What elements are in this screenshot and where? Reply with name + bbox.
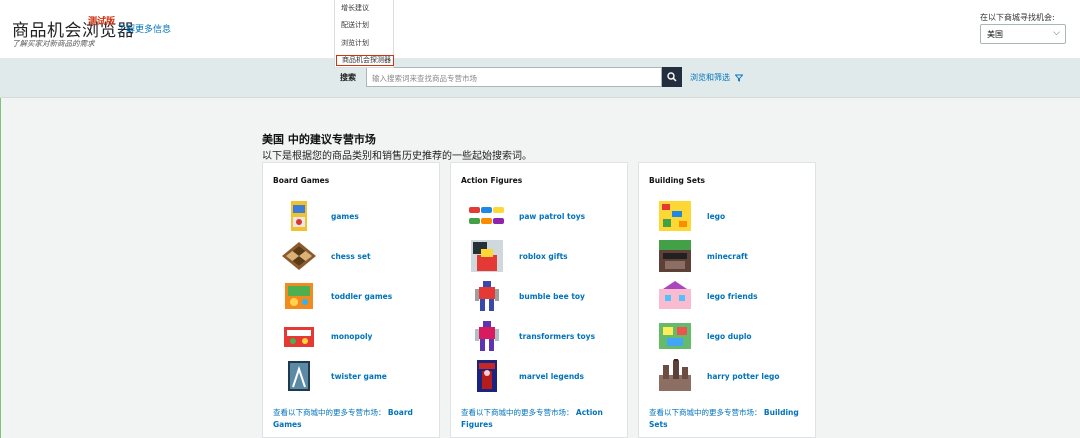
menu-item-opportunity-explorer[interactable]: 商品机会探测器 <box>336 55 394 66</box>
keyword-link[interactable]: twister game <box>331 372 387 381</box>
browse-filter-link[interactable]: 浏览和筛选 <box>690 72 744 83</box>
niche-card-action-figures: Action Figures paw patrol toys roblox gi… <box>450 162 628 438</box>
keyword-link[interactable]: bumble bee toy <box>519 292 585 301</box>
keyword-row[interactable]: lego friends <box>639 279 815 315</box>
niche-card-building-sets: Building Sets lego minecraft lego friend… <box>638 162 816 438</box>
keyword-link[interactable]: minecraft <box>707 252 748 261</box>
card-title: Board Games <box>273 176 330 185</box>
top-header: 商品机会浏览器 测试版 了解更多信息 了解买家对新商品的需求 在以下商城寻找机会… <box>0 0 1080 58</box>
paw-patrol-toys-thumbnail <box>469 207 504 224</box>
footer-prefix: 查看以下商城中的更多专营市场： <box>273 408 386 417</box>
keyword-row[interactable]: lego duplo <box>639 319 815 355</box>
page-subtitle: 了解买家对新商品的需求 <box>12 39 95 48</box>
nav-dropdown-menu: 增长建议 配送计划 浏览计划 商品机会探测器 <box>334 0 394 68</box>
more-niches-link[interactable]: 查看以下商城中的更多专营市场： Action Figures <box>461 407 621 431</box>
minecraft-thumbnail <box>659 240 691 272</box>
keyword-row[interactable]: transformers toys <box>451 319 627 355</box>
niche-card-board-games: Board Games games chess set toddler game… <box>262 162 440 438</box>
chevron-down-icon: ⌵ <box>1053 28 1060 38</box>
keyword-row[interactable]: twister game <box>263 359 439 395</box>
keyword-row[interactable]: minecraft <box>639 239 815 275</box>
keyword-row[interactable]: marvel legends <box>451 359 627 395</box>
toddler-game-thumbnail <box>285 283 313 309</box>
search-label: 搜索 <box>340 73 356 82</box>
marketplace-select[interactable]: 美国 ⌵ <box>980 24 1066 44</box>
harry-potter-lego-thumbnail <box>659 359 691 391</box>
card-title: Action Figures <box>461 176 523 185</box>
lego-friends-thumbnail <box>659 281 691 309</box>
roblox-gifts-thumbnail <box>471 240 503 272</box>
section-heading: 美国 中的建议专营市场 <box>262 133 376 146</box>
keyword-link[interactable]: marvel legends <box>519 372 584 381</box>
keyword-link[interactable]: lego <box>707 212 725 221</box>
games-box-thumbnail <box>291 201 307 231</box>
search-icon <box>667 72 677 82</box>
menu-item-shipping[interactable]: 配送计划 <box>341 20 369 30</box>
search-button[interactable] <box>662 67 682 87</box>
more-niches-link[interactable]: 查看以下商城中的更多专营市场： Building Sets <box>649 407 809 431</box>
keyword-link[interactable]: harry potter lego <box>707 372 780 381</box>
browse-filter-label: 浏览和筛选 <box>690 73 730 82</box>
learn-more-link[interactable]: 了解更多信息 <box>117 22 171 35</box>
monopoly-thumbnail <box>284 327 314 347</box>
marketplace-label: 在以下商城寻找机会: <box>980 13 1055 22</box>
keyword-row[interactable]: toddler games <box>263 279 439 315</box>
marvel-legends-thumbnail <box>477 360 497 392</box>
lego-thumbnail <box>659 201 691 231</box>
beta-badge: 测试版 <box>88 17 116 27</box>
keyword-link[interactable]: transformers toys <box>519 332 595 341</box>
bumble-bee-toy-thumbnail <box>475 281 499 311</box>
search-bar: 搜索 输入搜索词来查找商品专营市场 浏览和筛选 <box>0 58 1080 98</box>
keyword-link[interactable]: lego friends <box>707 292 758 301</box>
card-title: Building Sets <box>649 176 705 185</box>
search-input[interactable]: 输入搜索词来查找商品专营市场 <box>366 67 662 87</box>
keyword-row[interactable]: harry potter lego <box>639 359 815 395</box>
keyword-row[interactable]: paw patrol toys <box>451 199 627 235</box>
menu-item-browse[interactable]: 浏览计划 <box>341 38 369 48</box>
keyword-row[interactable]: chess set <box>263 239 439 275</box>
keyword-link[interactable]: monopoly <box>331 332 372 341</box>
keyword-link[interactable]: roblox gifts <box>519 252 568 261</box>
keyword-link[interactable]: games <box>331 212 359 221</box>
keyword-row[interactable]: games <box>263 199 439 235</box>
lego-duplo-thumbnail <box>659 323 691 349</box>
keyword-link[interactable]: paw patrol toys <box>519 212 585 221</box>
keyword-row[interactable]: roblox gifts <box>451 239 627 275</box>
twister-game-thumbnail <box>288 361 310 391</box>
keyword-row[interactable]: monopoly <box>263 319 439 355</box>
keyword-link[interactable]: lego duplo <box>707 332 752 341</box>
footer-prefix: 查看以下商城中的更多专营市场： <box>461 408 574 417</box>
footer-prefix: 查看以下商城中的更多专营市场： <box>649 408 762 417</box>
transformers-toys-thumbnail <box>475 321 499 351</box>
chess-board-thumbnail <box>282 242 316 270</box>
section-subheading: 以下是根据您的商品类别和销售历史推荐的一些起始搜索词。 <box>262 151 532 162</box>
menu-item-growth[interactable]: 增长建议 <box>341 3 369 13</box>
keyword-row[interactable]: lego <box>639 199 815 235</box>
keyword-link[interactable]: chess set <box>331 252 371 261</box>
keyword-link[interactable]: toddler games <box>331 292 392 301</box>
filter-icon <box>734 74 744 82</box>
keyword-row[interactable]: bumble bee toy <box>451 279 627 315</box>
more-niches-link[interactable]: 查看以下商城中的更多专营市场： Board Games <box>273 407 433 431</box>
marketplace-selected-value: 美国 <box>987 30 1003 39</box>
